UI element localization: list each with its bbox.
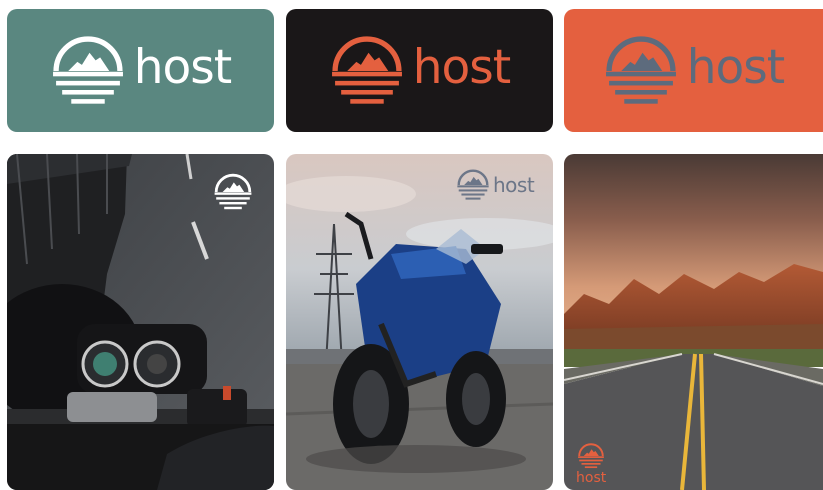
photo-card-cockpit bbox=[7, 154, 274, 490]
logo-lockup: host bbox=[576, 442, 606, 485]
wordmark: host bbox=[576, 470, 607, 486]
logo-card-black: host bbox=[286, 9, 553, 132]
wordmark: host bbox=[412, 40, 511, 95]
logo-lockup: host bbox=[50, 33, 232, 109]
desert-highway-image bbox=[564, 154, 823, 490]
logo-lockup: host bbox=[456, 168, 535, 202]
host-logo-icon bbox=[213, 172, 253, 212]
logo-card-orange: host bbox=[564, 9, 823, 132]
photo-card-motorcycle: host bbox=[286, 154, 553, 490]
logo-lockup: host bbox=[329, 33, 511, 109]
sport-motorcycle-image bbox=[286, 154, 553, 490]
host-logo-icon bbox=[577, 442, 605, 470]
logo-lockup: host bbox=[603, 33, 785, 109]
wordmark: host bbox=[686, 40, 785, 95]
host-logo-icon bbox=[329, 33, 405, 109]
host-logo-icon bbox=[50, 33, 126, 109]
host-logo-icon bbox=[456, 168, 490, 202]
wordmark: host bbox=[493, 173, 535, 197]
host-logo-icon bbox=[603, 33, 679, 109]
photo-card-desert-road: host bbox=[564, 154, 823, 490]
wordmark: host bbox=[133, 40, 232, 95]
logo-card-teal: host bbox=[7, 9, 274, 132]
